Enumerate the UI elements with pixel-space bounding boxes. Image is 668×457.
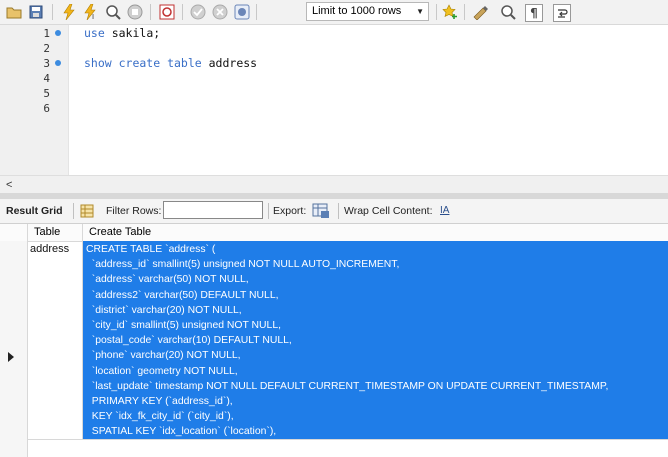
invisible-chars-icon[interactable]: ¶ — [525, 4, 543, 22]
export-label: Export: — [273, 205, 307, 217]
row-selector-header — [0, 224, 28, 241]
line-number: 6 — [43, 102, 50, 115]
code-line-1: use sakila; — [84, 26, 160, 41]
column-header-create-table[interactable]: Create Table — [83, 224, 668, 241]
line-number: 5 — [43, 87, 50, 100]
svg-text:I: I — [92, 13, 94, 20]
explain-icon[interactable] — [104, 3, 122, 21]
grid-header-row: Table Create Table — [0, 224, 668, 242]
commit-icon[interactable] — [189, 3, 207, 21]
add-snippet-icon[interactable] — [441, 3, 459, 21]
beautify-icon[interactable] — [471, 3, 489, 21]
wrap-icon[interactable] — [553, 4, 571, 22]
editor-horizontal-scrollbar[interactable]: < — [0, 175, 668, 194]
current-row-arrow-icon — [8, 352, 14, 362]
chevron-down-icon: ▼ — [416, 7, 424, 16]
autocommit-icon[interactable] — [233, 3, 251, 21]
filter-rows-label: Filter Rows: — [106, 205, 162, 217]
wrap-cell-toggle-icon[interactable]: IA — [440, 199, 449, 223]
row-selector-column[interactable] — [0, 241, 28, 457]
cell-create-table[interactable]: CREATE TABLE `address` ( `address_id` sm… — [83, 241, 668, 439]
save-icon[interactable] — [27, 3, 45, 21]
filter-rows-input[interactable] — [163, 201, 263, 219]
execute-icon[interactable] — [60, 3, 78, 21]
column-header-table[interactable]: Table — [28, 224, 83, 241]
rollback-icon[interactable] — [211, 3, 229, 21]
grid-view-icon[interactable] — [80, 199, 94, 227]
find-icon[interactable] — [499, 3, 517, 21]
result-grid: Table Create Table address CREATE TABLE … — [0, 224, 668, 457]
limit-rows-label: Limit to 1000 rows — [312, 5, 402, 17]
line-number: 4 — [43, 72, 50, 85]
sql-text: sakila; — [104, 26, 161, 40]
stop-icon[interactable] — [126, 3, 144, 21]
sql-editor[interactable]: 1 2 3 4 5 6 use sakila; show create tabl… — [0, 25, 668, 175]
result-grid-tab[interactable]: Result Grid — [6, 199, 63, 223]
line-number: 1 — [43, 27, 50, 40]
sql-keyword: use — [84, 26, 105, 40]
wrap-cell-content-label: Wrap Cell Content: — [344, 205, 433, 217]
sql-editor-toolbar: I Limit to 1000 rows ▼ ¶ — [0, 0, 668, 25]
line-number-gutter: 1 2 3 4 5 6 — [0, 25, 69, 175]
sql-keyword: show create table — [84, 56, 202, 70]
limit-rows-select[interactable]: Limit to 1000 rows ▼ — [306, 2, 429, 21]
toggle-output-icon[interactable] — [158, 3, 176, 21]
code-line-3: show create table address — [84, 56, 257, 71]
line-number: 2 — [43, 42, 50, 55]
execute-current-icon[interactable]: I — [82, 3, 100, 21]
scroll-left-arrow[interactable]: < — [6, 176, 12, 194]
statement-marker-icon — [55, 30, 61, 36]
open-folder-icon[interactable] — [5, 3, 23, 21]
result-toolbar: Result Grid Filter Rows: Export: Wrap Ce… — [0, 199, 668, 224]
cell-table[interactable]: address — [28, 243, 69, 255]
statement-marker-icon — [55, 60, 61, 66]
sql-text: address — [201, 56, 258, 70]
line-number: 3 — [43, 57, 50, 70]
